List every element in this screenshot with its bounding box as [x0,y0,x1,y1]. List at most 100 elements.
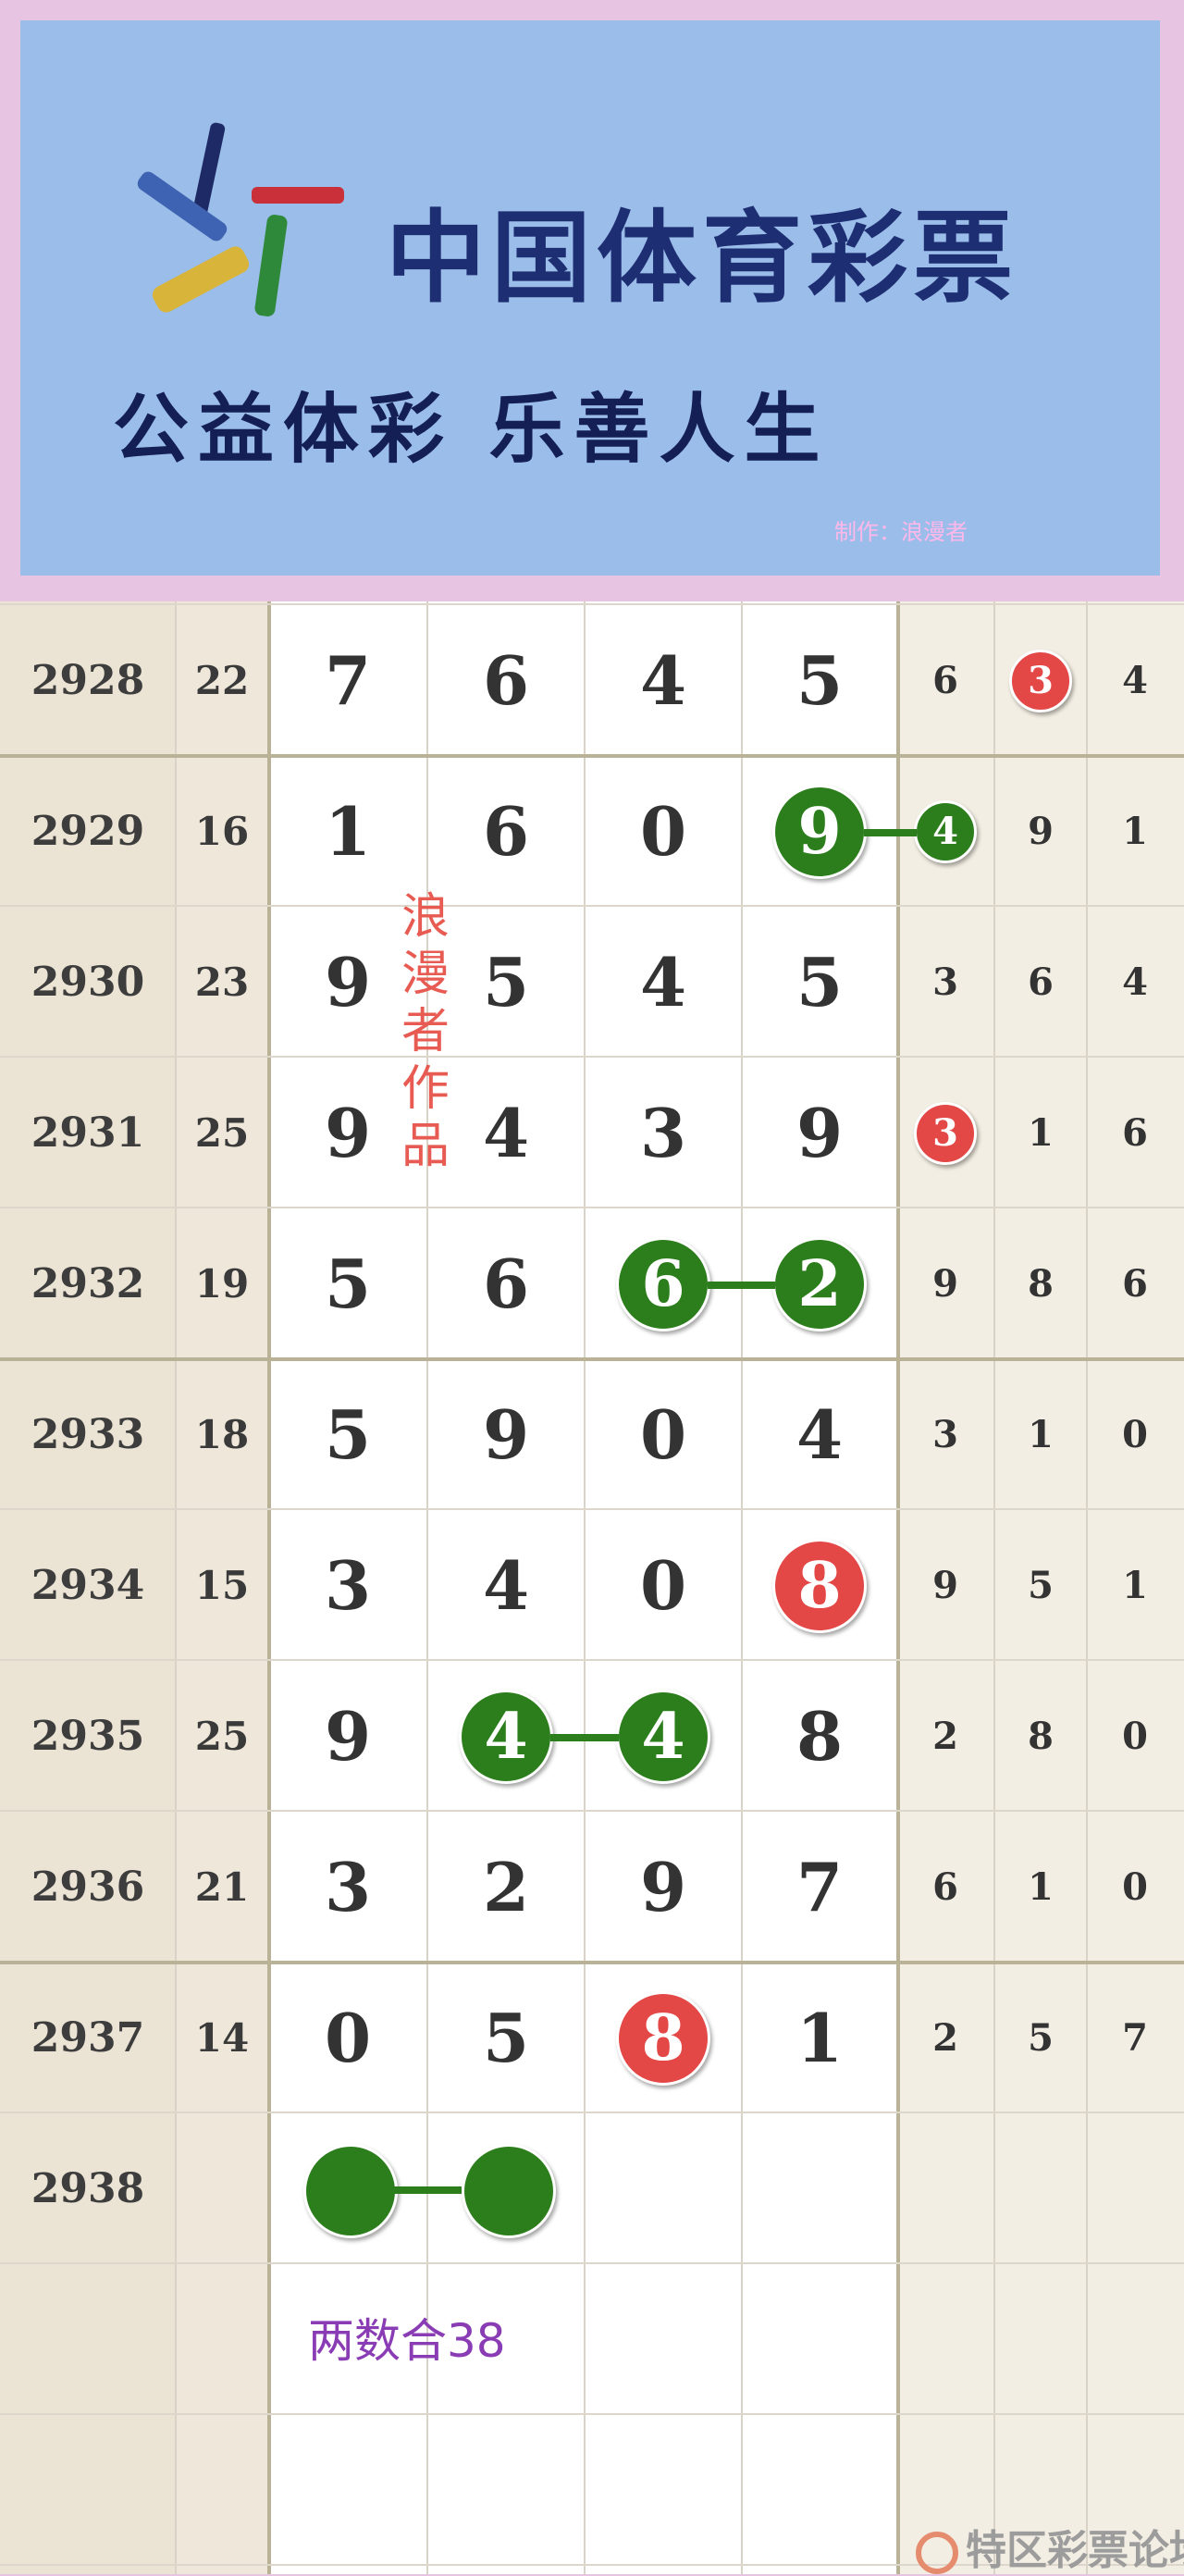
main-digit-cell: 6 [427,756,585,907]
extra-digit-cell: 1 [994,1058,1087,1208]
author-char: 者 [401,1004,450,1059]
extra-digit: 1 [1122,810,1148,853]
extra-digit: 9 [1028,810,1054,853]
main-digit-cell: 0 [585,756,742,907]
main-digit-cell: 1 [741,1963,898,2113]
prediction-ball [303,2144,398,2238]
main-digit-cell: 5 [427,1963,585,2113]
sum-value: 22 [176,605,268,756]
extra-digit: 5 [1028,2016,1054,2060]
extra-digit-cell: 6 [899,1812,992,1963]
main-digit: 5 [324,1395,372,1474]
main-digit-cell: 3 [269,1510,426,1661]
issue-number: 2933 [0,1359,176,1510]
extra-digit-cell: 0 [1089,1359,1181,1510]
green-ball-small: 4 [914,799,977,863]
main-digit-cell: 8 [741,1661,898,1812]
main-digit-cell: 4 [585,907,742,1058]
extra-digit-cell: 5 [994,1963,1087,2113]
main-digit-cell: 5 [269,1208,426,1359]
main-digit: 4 [796,1395,844,1474]
extra-digit: 6 [1122,1262,1148,1306]
green-ball: 9 [772,784,867,879]
extra-digit-cell: 1 [1089,756,1181,907]
green-ball: 6 [616,1236,710,1331]
issue-number-text: 2934 [31,1562,145,1609]
issue-number: 2930 [0,907,176,1058]
main-digit: 3 [324,1848,372,1926]
main-digit: 9 [324,1094,372,1172]
main-digit: 2 [482,1848,530,1926]
sum-value: 15 [176,1510,268,1661]
connector-line [864,829,917,836]
prediction-ball [462,2144,556,2238]
extra-digit: 1 [1028,1865,1054,1909]
extra-digit-cell: 9 [899,1510,992,1661]
extra-digit: 2 [932,2016,958,2060]
main-digit: 4 [639,641,687,720]
main-digit: 0 [639,1395,687,1474]
extra-digit-cell: 1 [1089,1510,1181,1661]
issue-number: 2931 [0,1058,176,1208]
issue-number-text: 2938 [31,2165,145,2212]
issue-number-text: 2937 [31,2014,145,2062]
issue-number: 2932 [0,1208,176,1359]
prediction-note: 两数合38 [308,2314,506,2368]
issue-number-text: 2935 [31,1713,145,1760]
sum-value-text: 25 [194,1110,250,1156]
main-digit: 5 [796,641,844,720]
main-digit-cell [585,2113,742,2264]
main-digit: 5 [482,943,530,1022]
extra-digit-cell: 4 [1089,605,1181,756]
forum-logo-icon [916,2532,958,2574]
issue-number-text: 2932 [31,1260,145,1307]
extra-digit-cell: 0 [1089,1661,1181,1812]
extra-digit: 7 [1122,2016,1148,2060]
row-divider [0,2413,1184,2415]
main-digit: 0 [639,1546,687,1625]
sum-value: 19 [176,1208,268,1359]
main-digit: 5 [324,1245,372,1323]
sum-value: 18 [176,1359,268,1510]
sum-value-text: 22 [194,658,250,703]
main-digit-cell: 9 [741,1058,898,1208]
red-ball-small: 3 [914,1101,977,1165]
extra-digit: 0 [1122,1865,1148,1909]
connector-line [392,2186,462,2194]
extra-digit-cell: 8 [994,1208,1087,1359]
main-digit-cell: 5 [741,605,898,756]
issue-number-text: 2930 [31,959,145,1006]
red-ball: 8 [772,1538,867,1633]
issue-number-text: 2929 [31,808,145,855]
main-digit-cell: 8 [741,1510,898,1661]
extra-digit: 1 [1028,1413,1054,1456]
main-digit-cell: 5 [269,1359,426,1510]
extra-digit-cell: 1 [994,1812,1087,1963]
extra-digit: 6 [932,659,958,702]
main-digit-cell: 2 [427,1812,585,1963]
main-digit: 9 [324,943,372,1022]
main-digit: 9 [324,1697,372,1776]
main-digit: 5 [482,1999,530,2077]
issue-number-text: 2928 [31,657,145,704]
main-digit-cell: 6 [427,1208,585,1359]
main-digit: 1 [796,1999,844,2077]
banner-slogan: 公益体彩 乐善人生 [113,386,830,474]
extra-digit-cell: 6 [1089,1208,1181,1359]
banner-title: 中国体育彩票 [386,201,1019,316]
extra-digit-cell: 0 [1089,1812,1181,1963]
sum-value: 21 [176,1812,268,1963]
sum-value-text: 23 [194,960,250,1005]
sum-value: 16 [176,756,268,907]
extra-digit: 0 [1122,1715,1148,1758]
extra-digit-cell: 6 [1089,1058,1181,1208]
sum-value: 25 [176,1058,268,1208]
sum-value-text: 18 [194,1412,250,1457]
main-digit-cell: 6 [427,605,585,756]
extra-digit: 1 [1028,1111,1054,1155]
main-digit: 9 [796,1094,844,1172]
issue-number: 2934 [0,1510,176,1661]
extra-digit: 8 [1028,1715,1054,1758]
main-digit-cell: 0 [269,1963,426,2113]
extra-digit: 6 [1122,1111,1148,1155]
